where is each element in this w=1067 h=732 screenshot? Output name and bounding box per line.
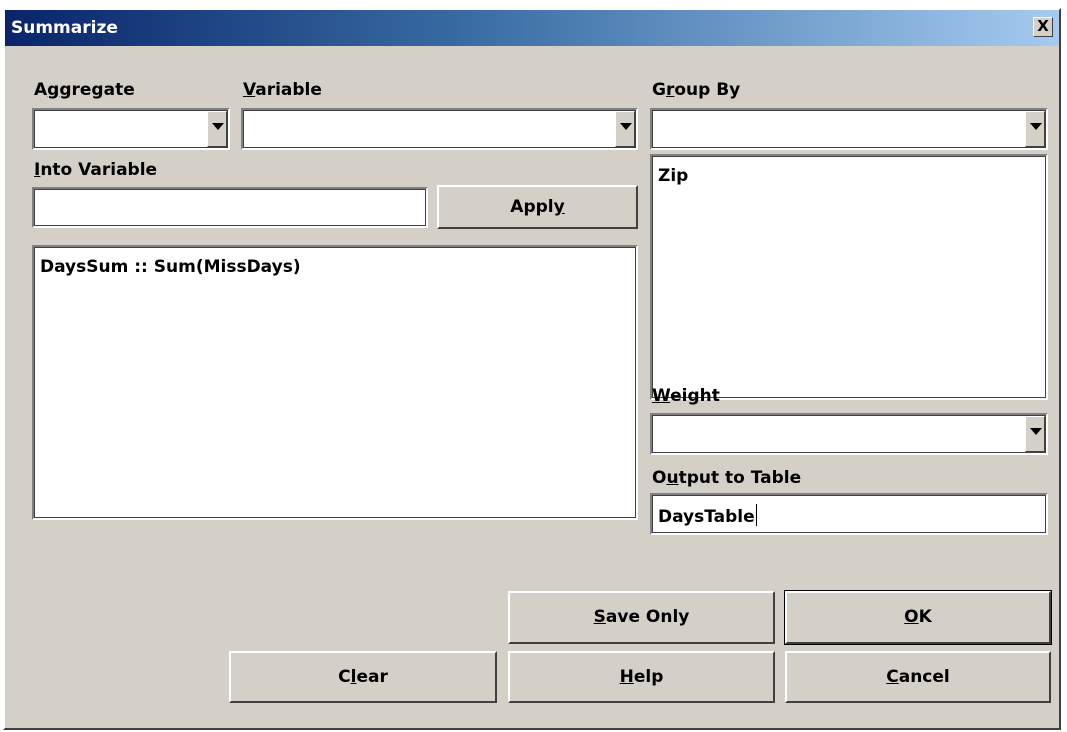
ok-button[interactable]: OK: [784, 590, 1052, 645]
output-table-input[interactable]: DaysTable: [650, 493, 1048, 535]
list-item[interactable]: Zip: [658, 166, 688, 186]
chevron-down-icon[interactable]: [615, 111, 635, 147]
save-only-button[interactable]: Save Only: [508, 591, 775, 644]
aggregate-expressions-list[interactable]: DaysSum :: Sum(MissDays): [32, 245, 638, 520]
group-by-label: Group By: [652, 80, 741, 100]
into-variable-label: Into Variable: [34, 160, 158, 180]
group-by-dropdown[interactable]: [650, 108, 1048, 150]
weight-label: Weight: [652, 386, 720, 406]
close-button[interactable]: X: [1033, 17, 1053, 37]
ok-label: OK: [904, 607, 932, 627]
help-button[interactable]: Help: [508, 651, 775, 703]
chevron-down-icon[interactable]: [207, 111, 227, 147]
aggregate-label: Aggregate: [34, 80, 135, 100]
output-table-label: Output to Table: [652, 468, 802, 488]
into-variable-input[interactable]: [32, 187, 428, 228]
help-label: Help: [619, 667, 664, 687]
list-item[interactable]: DaysSum :: Sum(MissDays): [40, 257, 301, 277]
variable-label: Variable: [243, 80, 322, 100]
clear-button[interactable]: Clear: [229, 651, 497, 703]
save-only-label: Save Only: [593, 607, 690, 627]
cancel-button[interactable]: Cancel: [785, 651, 1051, 703]
text-cursor: [755, 504, 757, 526]
cancel-label: Cancel: [886, 667, 950, 687]
chevron-down-icon[interactable]: [1025, 111, 1045, 147]
apply-button[interactable]: Apply: [437, 185, 638, 229]
weight-dropdown[interactable]: [650, 413, 1048, 455]
clear-label: Clear: [338, 667, 388, 687]
window-title: Summarize: [11, 18, 118, 38]
close-icon: X: [1037, 17, 1049, 35]
aggregate-dropdown[interactable]: [32, 108, 230, 150]
chevron-down-icon[interactable]: [1025, 416, 1045, 452]
group-by-list[interactable]: Zip: [650, 154, 1048, 400]
variable-dropdown[interactable]: [241, 108, 638, 150]
apply-button-label: Apply: [510, 197, 565, 217]
title-bar[interactable]: Summarize X: [5, 10, 1059, 46]
output-table-value: DaysTable: [658, 504, 757, 527]
